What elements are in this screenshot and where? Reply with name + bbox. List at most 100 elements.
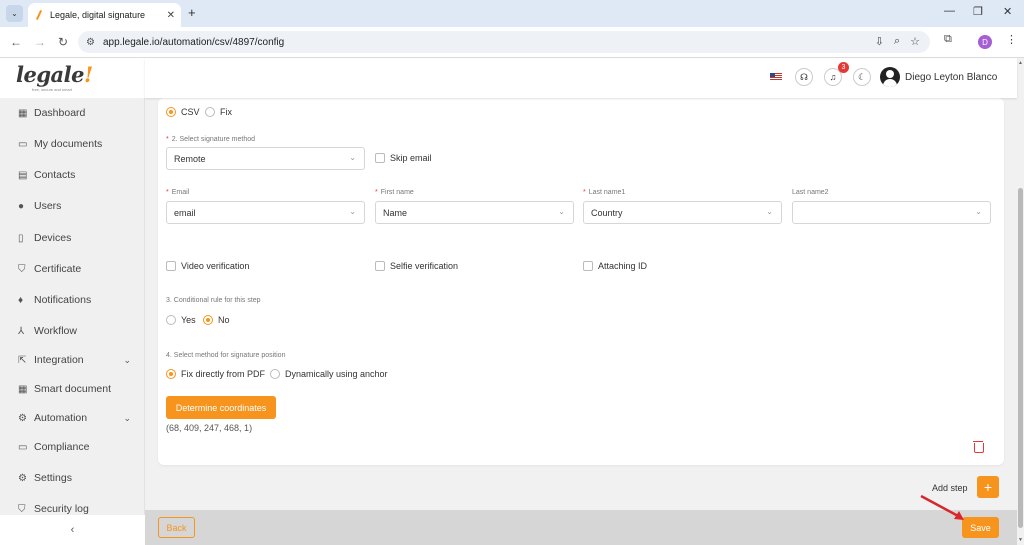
site-info-icon[interactable]: ⚙ — [86, 37, 95, 48]
back-button[interactable]: Back — [158, 517, 195, 538]
theme-toggle-icon[interactable]: ☾ — [853, 68, 871, 86]
chevron-down-icon: ⌄ — [558, 207, 565, 216]
chevron-down-icon: ⌄ — [349, 207, 356, 216]
attaching-id-option[interactable]: Attaching ID — [583, 261, 647, 271]
scroll-thumb[interactable] — [1018, 188, 1023, 528]
attaching-id-checkbox[interactable] — [583, 261, 593, 271]
selfie-verification-option[interactable]: Selfie verification — [375, 261, 458, 271]
signature-method-select[interactable]: Remote ⌄ — [166, 147, 365, 170]
close-tab-icon[interactable]: ✕ — [167, 10, 175, 21]
collapse-sidebar-button[interactable]: ‹ — [0, 515, 145, 545]
sidebar-item-settings[interactable]: ⚙ Settings — [0, 464, 145, 492]
scroll-down-icon[interactable]: ▼ — [1017, 537, 1024, 543]
sidebar-item-dashboard[interactable]: ▦ Dashboard — [0, 99, 145, 127]
sidebar-item-label: Security log — [34, 503, 89, 515]
chevron-left-icon: ‹ — [70, 524, 75, 536]
selfie-verification-label: Selfie verification — [390, 261, 459, 271]
sidebar-item-certificate[interactable]: ⛉ Certificate — [0, 255, 145, 283]
compliance-icon: ▭ — [18, 441, 28, 453]
position-fix-pdf[interactable]: Fix directly from PDF — [166, 369, 265, 379]
logo-tagline: free, secure and smart — [32, 87, 73, 92]
sidebar: legale! free, secure and smart ▦ Dashboar… — [0, 58, 145, 545]
source-option-csv[interactable]: CSV — [166, 107, 200, 117]
determine-coordinates-button[interactable]: Determine coordinates — [166, 396, 276, 419]
user-name[interactable]: Diego Leyton Blanco — [905, 72, 997, 83]
forward-arrow-icon[interactable]: → — [34, 35, 46, 49]
conditional-rule-no-label: No — [218, 315, 230, 325]
close-window-button[interactable]: ✕ — [1003, 5, 1012, 18]
sidebar-item-compliance[interactable]: ▭ Compliance — [0, 433, 145, 461]
sidebar-item-integration[interactable]: ⇱ Integration ⌄ — [0, 346, 145, 374]
minimize-window-button[interactable]: — — [944, 5, 955, 17]
save-button[interactable]: Save — [962, 517, 999, 538]
shield-icon: ⛉ — [18, 263, 26, 275]
first-name-select[interactable]: Name ⌄ — [375, 201, 574, 224]
address-bar[interactable]: ⚙ app.legale.io/automation/csv/4897/conf… — [78, 31, 930, 53]
position-dynamic-anchor-label: Dynamically using anchor — [285, 369, 388, 379]
bookmark-star-icon[interactable]: ☆ — [910, 35, 920, 48]
trash-icon[interactable] — [973, 440, 984, 453]
sidebar-item-my-documents[interactable]: ▭ My documents — [0, 130, 145, 158]
chevron-down-icon: ⌄ — [975, 207, 982, 216]
workflow-icon: ⅄ — [18, 325, 25, 337]
video-verification-option[interactable]: Video verification — [166, 261, 249, 271]
support-icon[interactable]: ☊ — [795, 68, 813, 86]
page-scrollbar[interactable]: ▲ ▼ — [1017, 58, 1024, 545]
device-icon: ▯ — [18, 232, 24, 244]
skip-email-option[interactable]: Skip email — [375, 153, 432, 163]
scroll-up-icon[interactable]: ▲ — [1017, 60, 1024, 66]
radio-no[interactable] — [203, 315, 213, 325]
reload-icon[interactable]: ↻ — [58, 35, 68, 49]
install-app-icon[interactable]: ⇩ — [875, 35, 884, 48]
source-option-fix[interactable]: Fix — [205, 107, 232, 117]
sidebar-item-label: Notifications — [34, 294, 92, 306]
sidebar-item-smart-document[interactable]: ▦ Smart document — [0, 375, 145, 403]
radio-yes[interactable] — [166, 315, 176, 325]
zoom-icon[interactable]: ⌕ — [894, 35, 900, 48]
position-dynamic-anchor[interactable]: Dynamically using anchor — [270, 369, 388, 379]
back-arrow-icon[interactable]: ← — [10, 35, 22, 49]
browser-toolbar: ← → ↻ ⚙ app.legale.io/automation/csv/489… — [0, 27, 1024, 58]
sidebar-item-notifications[interactable]: ♦ Notifications — [0, 286, 145, 314]
sidebar-item-label: Contacts — [34, 169, 76, 181]
sidebar-item-label: Certificate — [34, 263, 82, 275]
notification-badge: 3 — [838, 62, 849, 73]
new-tab-button[interactable]: + — [188, 5, 196, 20]
position-fix-pdf-label: Fix directly from PDF — [181, 369, 266, 379]
conditional-rule-no[interactable]: No — [203, 315, 230, 325]
radio-fix-pdf[interactable] — [166, 369, 176, 379]
browser-menu-icon[interactable]: ⋮ — [1006, 33, 1017, 46]
skip-email-checkbox[interactable] — [375, 153, 385, 163]
profile-avatar[interactable]: D — [978, 35, 992, 49]
restore-window-button[interactable]: ❐ — [973, 5, 983, 18]
tab-list-button[interactable]: ⌄ — [6, 5, 23, 22]
sidebar-item-label: Smart document — [34, 383, 112, 395]
last-name2-select[interactable]: ⌄ — [792, 201, 991, 224]
sidebar-item-devices[interactable]: ▯ Devices — [0, 224, 145, 252]
radio-dynamic-anchor[interactable] — [270, 369, 280, 379]
radio-csv[interactable] — [166, 107, 176, 117]
sidebar-item-contacts[interactable]: ▤ Contacts — [0, 161, 145, 189]
us-flag-icon[interactable] — [770, 73, 782, 81]
radio-fix[interactable] — [205, 107, 215, 117]
add-step-button[interactable]: + — [977, 476, 999, 498]
tab-title: Legale, digital signature — [50, 10, 146, 20]
attaching-id-label: Attaching ID — [598, 261, 648, 271]
sidebar-item-automation[interactable]: ⚙ Automation ⌄ — [0, 404, 145, 432]
extensions-icon[interactable]: ⧉ — [944, 33, 952, 46]
app-header: ☊ ♫ 3 ☾ Diego Leyton Blanco — [145, 58, 1017, 98]
browser-tab[interactable]: Legale, digital signature ✕ — [28, 3, 181, 27]
email-select[interactable]: email ⌄ — [166, 201, 365, 224]
video-verification-checkbox[interactable] — [166, 261, 176, 271]
conditional-rule-yes[interactable]: Yes — [166, 315, 196, 325]
source-option-fix-label: Fix — [220, 107, 232, 117]
legale-logo[interactable]: legale! — [16, 62, 93, 87]
last-name1-select[interactable]: Country ⌄ — [583, 201, 782, 224]
sidebar-item-label: My documents — [34, 138, 103, 150]
sidebar-item-label: Automation — [34, 412, 88, 424]
sidebar-item-label: Compliance — [34, 441, 90, 453]
sidebar-item-workflow[interactable]: ⅄ Workflow — [0, 317, 145, 345]
user-avatar[interactable] — [880, 67, 900, 87]
sidebar-item-users[interactable]: ● Users — [0, 192, 145, 220]
selfie-verification-checkbox[interactable] — [375, 261, 385, 271]
